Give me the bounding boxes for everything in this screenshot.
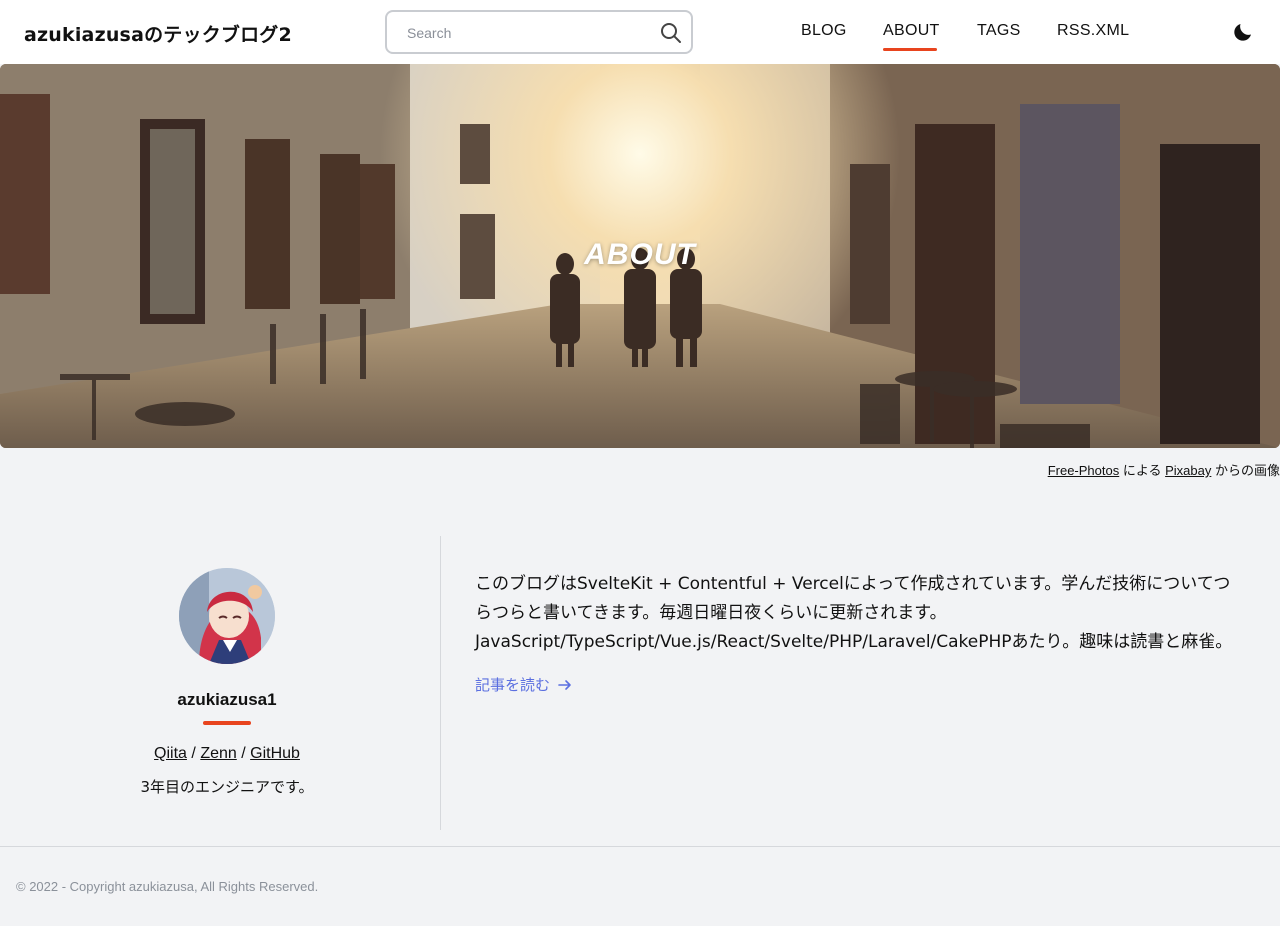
credit-mid-text: による xyxy=(1122,463,1162,478)
nav-blog[interactable]: BLOG xyxy=(801,22,847,40)
arrow-right-icon xyxy=(558,676,572,694)
hero-banner: ABOUT xyxy=(0,64,1280,448)
name-underline xyxy=(203,721,251,725)
search-input[interactable] xyxy=(407,22,647,44)
nav-active-indicator xyxy=(883,48,937,51)
nav-rss[interactable]: RSS.XML xyxy=(1057,22,1129,40)
profile-card: azukiazusa1 Qiita / Zenn / GitHub 3年目のエン… xyxy=(0,536,441,830)
image-credit: Free-Photos による Pixabay からの画像 xyxy=(1048,460,1280,479)
credit-suffix-text: からの画像 xyxy=(1214,463,1280,478)
search-icon[interactable] xyxy=(659,21,683,45)
credit-author-link[interactable]: Free-Photos xyxy=(1048,463,1120,478)
qiita-link[interactable]: Qiita xyxy=(154,745,187,762)
avatar xyxy=(179,568,275,664)
github-link[interactable]: GitHub xyxy=(250,745,300,762)
profile-bio: 3年目のエンジニアです。 xyxy=(140,778,314,796)
link-separator: / xyxy=(191,745,196,762)
nav-tags[interactable]: TAGS xyxy=(977,22,1021,40)
profile-name: azukiazusa1 xyxy=(177,690,277,709)
footer-divider xyxy=(0,846,1280,847)
hero-title: ABOUT xyxy=(584,238,696,271)
credit-site-link[interactable]: Pixabay xyxy=(1165,463,1211,478)
zenn-link[interactable]: Zenn xyxy=(200,745,236,762)
read-articles-link[interactable]: 記事を読む xyxy=(475,674,572,695)
link-separator: / xyxy=(241,745,246,762)
read-articles-label: 記事を読む xyxy=(475,676,551,694)
site-header: azukiazusaのテックブログ2 BLOG ABOUT TAGS RSS.X… xyxy=(0,0,1280,64)
nav-about[interactable]: ABOUT xyxy=(883,22,940,40)
moon-icon[interactable] xyxy=(1231,20,1255,44)
search-box xyxy=(385,10,693,54)
profile-links: Qiita / Zenn / GitHub xyxy=(0,745,454,763)
site-title-link[interactable]: azukiazusaのテックブログ2 xyxy=(24,20,292,47)
about-description: このブログはSvelteKit + Contentful + Vercelによっ… xyxy=(475,574,1233,652)
footer-copyright: © 2022 - Copyright azukiazusa, All Right… xyxy=(16,879,319,894)
